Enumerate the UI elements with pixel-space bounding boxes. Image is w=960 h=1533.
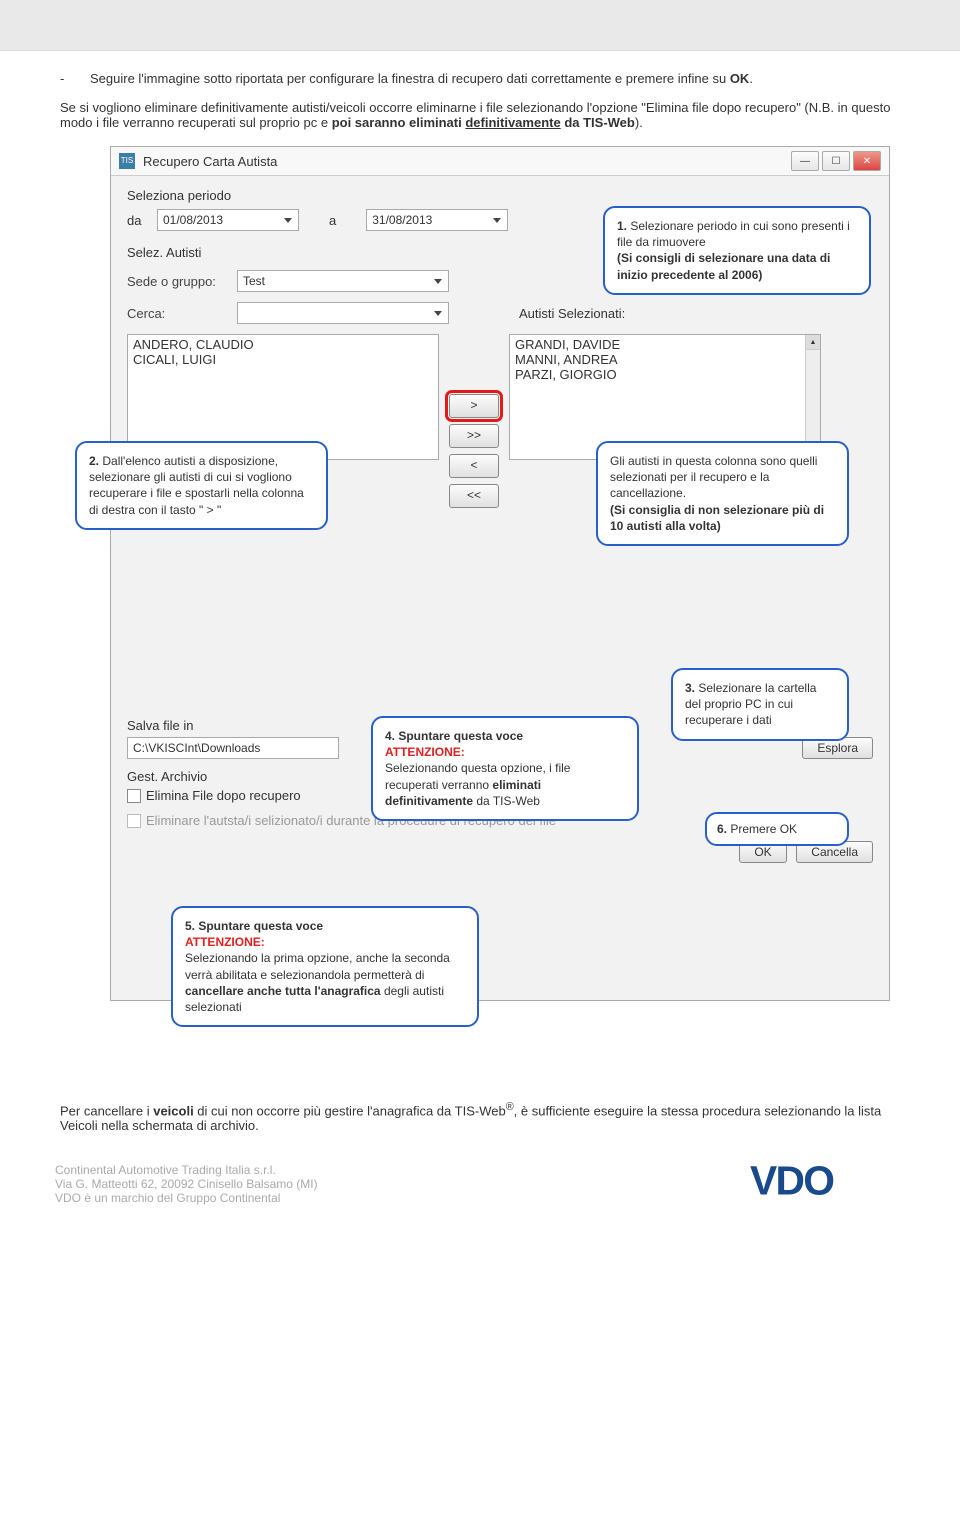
callout-4: 4. Spuntare questa voce ATTENZIONE: Sele… [371, 716, 639, 821]
outro-paragraph: Per cancellare i veicoli di cui non occo… [60, 1101, 900, 1133]
callout-2: 2. Dall'elenco autisti a disposizione, s… [75, 441, 328, 530]
chk-label: Elimina File dopo recupero [146, 788, 301, 803]
list-item[interactable]: ANDERO, CLAUDIO [133, 337, 433, 352]
callout-num: 6. [717, 822, 727, 836]
footer-line: Via G. Matteotti 62, 20092 Cinisello Bal… [55, 1177, 318, 1191]
label-cerca: Cerca: [127, 306, 237, 321]
list-item[interactable]: CICALI, LUIGI [133, 352, 433, 367]
page-footer: Continental Automotive Trading Italia s.… [0, 1143, 960, 1225]
callout-7: 5. Spuntare questa voce ATTENZIONE: Sele… [171, 906, 479, 1027]
callout-title: Spuntare questa voce [395, 729, 523, 743]
callout-num: 5. [185, 919, 195, 933]
callout-warn: ATTENZIONE: [385, 745, 465, 759]
callout-warn: ATTENZIONE: [185, 935, 265, 949]
outro-text: Per cancellare i [60, 1103, 153, 1118]
intro-bold: da TIS-Web [561, 115, 635, 130]
callout-sub: (Si consiglia di non selezionare più di … [610, 503, 824, 533]
checkbox-elimina-autista [127, 814, 141, 828]
intro-text: Seguire l'immagine sotto riportata per c… [90, 71, 730, 86]
callout-text: Selezionare periodo in cui sono presenti… [617, 219, 850, 249]
callout-5: 3. Selezionare la cartella del proprio P… [671, 668, 849, 741]
intro-bold: poi saranno eliminati [332, 115, 466, 130]
titlebar: TIS Recupero Carta Autista — ☐ ✕ [111, 147, 889, 176]
label-da: da [127, 213, 157, 228]
scroll-up-icon[interactable]: ▲ [806, 335, 820, 350]
footer-line: VDO è un marchio del Gruppo Continental [55, 1191, 318, 1205]
callout-text: Dall'elenco autisti a disposizione, sele… [89, 454, 304, 517]
callout-text: da TIS-Web [473, 794, 540, 808]
save-path-input[interactable]: C:\VKISCInt\Downloads [127, 737, 339, 759]
callout-sub: (Si consigli di selezionare una data di … [617, 251, 830, 281]
registered-symbol: ® [506, 1101, 514, 1113]
callout-text: Premere OK [727, 822, 797, 836]
intro-paragraph-2: Se si vogliono eliminare definitivamente… [60, 100, 900, 130]
list-item[interactable]: PARZI, GIORGIO [515, 367, 815, 382]
callout-num: 3. [685, 681, 695, 695]
date-from-input[interactable]: 01/08/2013 [157, 209, 299, 231]
callout-text: Selezionando la prima opzione, anche la … [185, 951, 450, 981]
intro-paragraph-1: - Seguire l'immagine sotto riportata per… [60, 71, 900, 86]
callout-num: 1. [617, 219, 627, 233]
list-item[interactable]: MANNI, ANDREA [515, 352, 815, 367]
outro-bold: veicoli [153, 1103, 193, 1118]
callout-text: Selezionando questa opzione, i file recu… [385, 761, 570, 791]
label-seleziona-periodo: Seleziona periodo [127, 188, 873, 203]
list-item[interactable]: GRANDI, DAVIDE [515, 337, 815, 352]
callout-title: Spuntare questa voce [195, 919, 323, 933]
intro-ok: OK [730, 71, 750, 86]
cerca-input[interactable] [237, 302, 449, 324]
header-banner [0, 0, 960, 51]
move-left-button[interactable]: < [449, 454, 499, 478]
callout-bold: cancellare anche tutta l'anagrafica [185, 984, 381, 998]
outro-text: di cui non occorre più gestire l'anagraf… [194, 1103, 506, 1118]
callout-num: 4. [385, 729, 395, 743]
window-title: Recupero Carta Autista [143, 154, 277, 169]
dialog-window: TIS Recupero Carta Autista — ☐ ✕ 1. Sele… [110, 146, 890, 1001]
bullet: - [60, 71, 70, 86]
callout-text: Selezionare la cartella del proprio PC i… [685, 681, 816, 727]
footer-line: Continental Automotive Trading Italia s.… [55, 1163, 318, 1177]
sede-gruppo-select[interactable]: Test [237, 270, 449, 292]
date-to-input[interactable]: 31/08/2013 [366, 209, 508, 231]
intro-text: . [749, 71, 753, 86]
checkbox-elimina-file[interactable] [127, 789, 141, 803]
move-right-button[interactable]: > [449, 394, 499, 418]
close-icon[interactable]: ✕ [853, 151, 881, 171]
label-sede-gruppo: Sede o gruppo: [127, 274, 237, 289]
move-all-right-button[interactable]: >> [449, 424, 499, 448]
intro-text: ). [635, 115, 643, 130]
label-autisti-selezionati: Autisti Selezionati: [519, 306, 625, 321]
maximize-icon[interactable]: ☐ [822, 151, 850, 171]
callout-text: Gli autisti in questa colonna sono quell… [610, 454, 817, 500]
move-all-left-button[interactable]: << [449, 484, 499, 508]
callout-1: 1. Selezionare periodo in cui sono prese… [603, 206, 871, 295]
vdo-logo: VDO [750, 1157, 920, 1205]
intro-bold-underline: definitivamente [465, 115, 560, 130]
callout-6: 6. Premere OK [705, 812, 849, 846]
svg-text:VDO: VDO [750, 1158, 834, 1204]
callout-num: 2. [89, 454, 99, 468]
app-icon: TIS [119, 153, 135, 169]
label-a: a [329, 213, 336, 228]
minimize-icon[interactable]: — [791, 151, 819, 171]
callout-3: Gli autisti in questa colonna sono quell… [596, 441, 849, 546]
